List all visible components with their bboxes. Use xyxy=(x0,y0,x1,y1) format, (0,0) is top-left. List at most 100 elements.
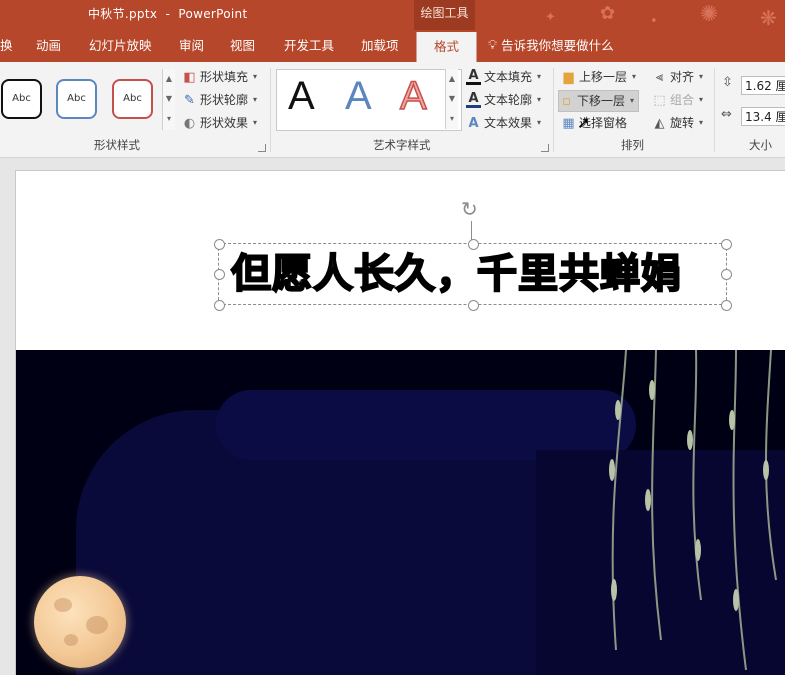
slide[interactable]: ↻ 但愿人长久，千里共蝉娟 xyxy=(15,170,785,675)
shape-style-red[interactable]: Abc xyxy=(112,79,153,119)
tell-me-search[interactable]: 💡︎ 告诉我你想要做什么 xyxy=(488,30,614,62)
shape-fill-button[interactable]: ◧ 形状填充 ▾ xyxy=(182,67,257,87)
resize-handle-right[interactable] xyxy=(721,269,732,280)
tab-slideshow[interactable]: 幻灯片放映 xyxy=(89,30,152,62)
resize-handle-top-left[interactable] xyxy=(214,239,225,250)
drawing-tools-context-label: 绘图工具 xyxy=(414,0,475,30)
chevron-down-icon: ▾ xyxy=(537,95,542,104)
tell-me-text: 告诉我你想要做什么 xyxy=(501,38,614,53)
text-fill-icon: A xyxy=(466,69,481,85)
resize-handle-bottom-right[interactable] xyxy=(721,300,732,311)
shape-styles-launcher-icon[interactable] xyxy=(258,144,266,152)
group-button[interactable]: ⬚ 组合 ▾ xyxy=(652,90,703,110)
selection-pane-icon: ▦ xyxy=(562,115,575,131)
shape-style-blue[interactable]: Abc xyxy=(56,79,97,119)
shape-gallery-scroll[interactable]: ▲ ▼ ▾ xyxy=(162,69,175,130)
resize-handle-top-right[interactable] xyxy=(721,239,732,250)
rotate-button[interactable]: ◭ 旋转 ▾ xyxy=(652,113,704,133)
resize-handle-bottom-left[interactable] xyxy=(214,300,225,311)
gallery-more-icon[interactable]: ▾ xyxy=(446,109,458,129)
group-icon: ⬚ xyxy=(653,92,666,108)
chevron-down-icon: ▾ xyxy=(630,96,635,105)
chevron-down-icon: ▾ xyxy=(699,118,704,127)
ribbon-divider xyxy=(714,68,715,152)
tab-animations[interactable]: 动画 xyxy=(36,30,61,62)
shape-fill-label: 形状填充 xyxy=(200,70,249,84)
shape-outline-label: 形状轮廓 xyxy=(200,93,249,107)
text-outline-label: 文本轮廓 xyxy=(484,93,533,107)
text-effects-label: 文本效果 xyxy=(484,116,533,130)
gallery-down-icon[interactable]: ▼ xyxy=(446,89,458,109)
willow-branches-image xyxy=(609,350,777,671)
shape-height-input[interactable]: 1.62 厘 xyxy=(741,76,785,95)
ribbon-body: Abc Abc Abc ▲ ▼ ▾ ◧ 形状填充 ▾ ✎ 形状轮廓 ▾ ◐ 形状效果… xyxy=(0,62,785,158)
ribbon-tabs: 换 动画 幻灯片放映 审阅 视图 开发工具 加载项 格式 💡︎ 告诉我你想要做什… xyxy=(0,30,785,62)
chevron-down-icon: ▾ xyxy=(632,72,637,81)
chevron-down-icon: ▾ xyxy=(699,72,704,81)
chevron-down-icon: ▾ xyxy=(537,118,542,127)
resize-handle-bottom[interactable] xyxy=(468,300,479,311)
bring-forward-button[interactable]: ▆ 上移一层 ▾ xyxy=(561,67,637,87)
rotate-icon: ◭ xyxy=(654,115,665,131)
text-effects-button[interactable]: A 文本效果 ▾ xyxy=(466,113,541,133)
wordart-style-red[interactable]: A xyxy=(399,73,427,119)
gallery-down-icon[interactable]: ▼ xyxy=(163,89,175,109)
text-outline-button[interactable]: A 文本轮廓 ▾ xyxy=(466,90,541,110)
decor-dot-icon: • xyxy=(650,14,658,29)
wordart-group-label: 艺术字样式 xyxy=(373,138,431,152)
bring-forward-label: 上移一层 xyxy=(579,70,628,84)
gallery-up-icon[interactable]: ▲ xyxy=(446,69,458,89)
resize-handle-left[interactable] xyxy=(214,269,225,280)
shape-width-input[interactable]: 13.4 厘 xyxy=(741,107,785,126)
chevron-down-icon: ▾ xyxy=(253,118,258,127)
shape-effects-label: 形状效果 xyxy=(200,116,249,130)
file-name: 中秋节.pptx xyxy=(88,7,158,21)
paint-bucket-icon: ◧ xyxy=(183,69,196,85)
wordart-launcher-icon[interactable] xyxy=(541,144,549,152)
align-button[interactable]: ⫷ 对齐 ▾ xyxy=(652,67,703,87)
arrange-group-label: 排列 xyxy=(621,138,644,152)
gallery-up-icon[interactable]: ▲ xyxy=(163,69,175,89)
decor-star-icon: ✦ xyxy=(545,10,556,25)
selection-pane-button[interactable]: ▦ 选择窗格 xyxy=(561,113,627,133)
chevron-down-icon: ▾ xyxy=(699,95,704,104)
text-fill-label: 文本填充 xyxy=(484,70,533,84)
group-label: 组合 xyxy=(670,93,695,107)
size-group-label: 大小 xyxy=(749,138,772,152)
send-backward-icon: ▫ xyxy=(562,93,571,109)
title-separator: - xyxy=(165,7,171,21)
slide-editing-area: ↻ 但愿人长久，千里共蝉娟 xyxy=(0,158,785,675)
resize-handle-top[interactable] xyxy=(468,239,479,250)
height-icon: ⇳ xyxy=(722,75,733,90)
tab-transitions[interactable]: 换 xyxy=(0,30,13,62)
tab-format[interactable]: 格式 xyxy=(416,32,477,62)
shape-style-black[interactable]: Abc xyxy=(1,79,42,119)
title-text-box[interactable]: 但愿人长久，千里共蝉娟 xyxy=(214,239,732,311)
tab-addins[interactable]: 加载项 xyxy=(361,30,399,62)
text-effects-icon: A xyxy=(468,115,479,131)
mouse-pointer-icon: ➚ xyxy=(577,113,591,132)
rotate-label: 旋转 xyxy=(670,116,695,130)
title-bar: 中秋节.pptx - PowerPoint 绘图工具 ✦ ✿ • ✺ ❋ xyxy=(0,0,785,30)
align-icon: ⫷ xyxy=(655,69,664,85)
night-sky-image xyxy=(16,350,785,675)
wordart-style-black[interactable]: A xyxy=(288,74,315,118)
shape-effects-button[interactable]: ◐ 形状效果 ▾ xyxy=(182,113,257,133)
width-icon: ⇔ xyxy=(721,107,732,122)
shape-outline-button[interactable]: ✎ 形状轮廓 ▾ xyxy=(182,90,257,110)
shape-effects-icon: ◐ xyxy=(183,115,196,131)
tab-developer[interactable]: 开发工具 xyxy=(284,30,334,62)
moon-image xyxy=(34,576,126,668)
gallery-more-icon[interactable]: ▾ xyxy=(163,109,175,129)
chevron-down-icon: ▾ xyxy=(537,72,542,81)
send-backward-button[interactable]: ▫ 下移一层 ▾ xyxy=(558,90,640,112)
app-name: PowerPoint xyxy=(178,7,248,21)
ribbon-divider xyxy=(553,68,554,152)
wordart-style-blue[interactable]: A xyxy=(345,74,372,118)
wordart-gallery-scroll[interactable]: ▲ ▼ ▾ xyxy=(445,69,458,129)
tab-review[interactable]: 审阅 xyxy=(179,30,204,62)
rotate-handle-icon[interactable]: ↻ xyxy=(461,197,478,221)
slide-title-text[interactable]: 但愿人长久，千里共蝉娟 xyxy=(230,247,682,301)
tab-view[interactable]: 视图 xyxy=(230,30,255,62)
text-fill-button[interactable]: A 文本填充 ▾ xyxy=(466,67,541,87)
